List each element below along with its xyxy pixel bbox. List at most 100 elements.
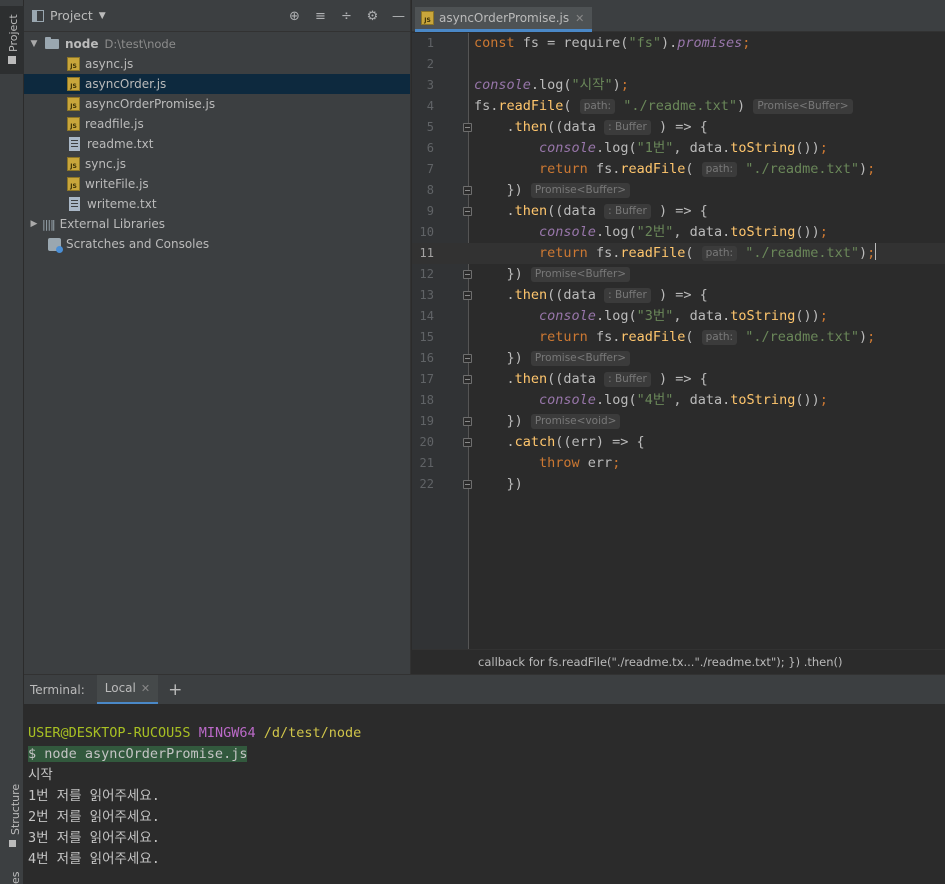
js-file-icon: JS [67, 117, 80, 131]
line-number: 2 [426, 57, 434, 71]
tree-file-sync[interactable]: JS sync.js [24, 154, 410, 174]
fold-icon[interactable] [463, 480, 472, 489]
editor-tab-asyncorderpromise[interactable]: JS asyncOrderPromise.js ✕ [415, 7, 593, 32]
add-terminal-icon[interactable]: + [168, 680, 182, 700]
text-file-icon [69, 137, 80, 151]
tree-scratches[interactable]: Scratches and Consoles [24, 234, 410, 254]
line-number: 3 [426, 78, 434, 92]
terminal-output-line: 시작 [28, 767, 53, 783]
fold-icon[interactable] [463, 438, 472, 447]
code-line: 5 .then((data : Buffer ) => { [412, 117, 945, 138]
line-number: 5 [426, 120, 434, 134]
code-area[interactable]: 1 const fs = require("fs").promises; 2 3c… [412, 33, 945, 495]
locate-icon[interactable]: ⊕ [287, 9, 302, 24]
code-line: 17 .then((data : Buffer ) => { [412, 369, 945, 390]
terminal-output[interactable]: USER@DESKTOP-RUCOU5S MINGW64 /d/test/nod… [24, 704, 945, 884]
line-number: 10 [419, 225, 434, 239]
project-view-title[interactable]: Project [50, 8, 93, 23]
fold-icon[interactable] [463, 354, 472, 363]
tree-file-asyncorder[interactable]: JS asyncOrder.js [24, 74, 410, 94]
code-line: 4 fs.readFile( path: "./readme.txt") Prom… [412, 96, 945, 117]
file-name: asyncOrder.js [85, 77, 167, 91]
chevron-down-icon[interactable]: ▼ [99, 11, 106, 21]
line-number: 15 [419, 330, 434, 344]
fold-icon[interactable] [463, 207, 472, 216]
type-hint: Promise<void> [530, 414, 621, 429]
file-name: writeFile.js [85, 177, 149, 191]
tree-root-node[interactable]: ▼ node D:\test\node [24, 34, 410, 54]
js-file-icon: JS [421, 11, 434, 25]
tree-external-libraries[interactable]: ▶ |||‖ External Libraries [24, 214, 410, 234]
library-icon: |||‖ [42, 217, 56, 231]
code-line: 1 const fs = require("fs").promises; [412, 33, 945, 54]
chevron-right-icon[interactable]: ▶ [28, 219, 40, 229]
line-number: 6 [426, 141, 434, 155]
project-panel-header: Project ▼ ⊕ ≡ ÷ ⚙ — [24, 0, 410, 32]
fold-icon[interactable] [463, 270, 472, 279]
fold-icon[interactable] [463, 291, 472, 300]
js-file-icon: JS [67, 177, 80, 191]
file-name: asyncOrderPromise.js [85, 97, 216, 111]
code-line: 12 }) Promise<Buffer> [412, 264, 945, 285]
close-icon[interactable]: ✕ [141, 682, 150, 695]
expand-all-icon[interactable]: ≡ [313, 9, 328, 24]
js-file-icon: JS [67, 77, 80, 91]
fold-icon[interactable] [463, 186, 472, 195]
code-line: 15 return fs.readFile( path: "./readme.t… [412, 327, 945, 348]
project-tool-label[interactable]: Project [7, 14, 20, 52]
terminal-shell: MINGW64 [198, 725, 256, 741]
param-hint: path: [701, 246, 738, 261]
structure-tool-label[interactable]: Structure [9, 784, 22, 835]
tree-file-async[interactable]: JS async.js [24, 54, 410, 74]
editor-tab-bar: JS asyncOrderPromise.js ✕ [412, 0, 945, 32]
terminal-tab-local[interactable]: Local ✕ [96, 674, 159, 705]
folder-icon [45, 37, 59, 49]
type-hint: Promise<Buffer> [530, 351, 631, 366]
terminal-prompt: USER@DESKTOP-RUCOU5S MINGW64 /d/test/nod… [28, 723, 361, 744]
scratches-icon [48, 237, 63, 253]
tree-file-writefile[interactable]: JS writeFile.js [24, 174, 410, 194]
fold-icon[interactable] [463, 375, 472, 384]
code-line: 20 .catch((err) => { [412, 432, 945, 453]
minimize-icon[interactable]: — [391, 9, 406, 24]
line-number: 17 [419, 372, 434, 386]
file-name: readme.txt [87, 137, 154, 151]
project-panel: Project ▼ ⊕ ≡ ÷ ⚙ — ▼ node D:\test\node … [24, 0, 411, 674]
code-line: 21 throw err; [412, 453, 945, 474]
tree-file-writeme[interactable]: writeme.txt [24, 194, 410, 214]
line-number: 12 [419, 267, 434, 281]
line-number: 4 [426, 99, 434, 113]
tool-window-strip: Project Structure es [0, 0, 24, 884]
tree-file-readme[interactable]: readme.txt [24, 134, 410, 154]
terminal-command: $ node asyncOrderPromise.js [28, 746, 248, 762]
type-hint: Promise<Buffer> [530, 267, 631, 282]
line-number: 18 [419, 393, 434, 407]
editor-tab-label: asyncOrderPromise.js [439, 11, 570, 25]
close-icon[interactable]: ✕ [575, 12, 584, 25]
code-line: 22 }) [412, 474, 945, 495]
terminal-cwd: /d/test/node [263, 725, 362, 741]
terminal-output-line: 2번 저를 읽어주세요. [28, 809, 160, 825]
line-number: 19 [419, 414, 434, 428]
line-number: 8 [426, 183, 434, 197]
code-line: 6 console.log("1번", data.toString()); [412, 138, 945, 159]
project-tool-icon [8, 56, 16, 64]
favorites-tool-label[interactable]: es [9, 872, 22, 884]
editor-breadcrumb[interactable]: callback for fs.readFile("./readme.tx...… [412, 649, 945, 674]
type-hint: : Buffer [604, 288, 651, 303]
collapse-all-icon[interactable]: ÷ [339, 9, 354, 24]
fold-icon[interactable] [463, 417, 472, 426]
fold-icon[interactable] [463, 123, 472, 132]
type-hint: Promise<Buffer> [530, 183, 631, 198]
param-hint: path: [701, 330, 738, 345]
code-line: 19 }) Promise<void> [412, 411, 945, 432]
chevron-down-icon[interactable]: ▼ [28, 39, 40, 49]
js-file-icon: JS [67, 57, 80, 71]
tree-file-asyncorderpromise[interactable]: JS asyncOrderPromise.js [24, 94, 410, 114]
code-editor: JS asyncOrderPromise.js ✕ 1 const fs = re… [412, 0, 945, 674]
terminal-user: USER@DESKTOP-RUCOU5S [28, 725, 191, 741]
tree-file-readfile[interactable]: JS readfile.js [24, 114, 410, 134]
param-hint: path: [579, 99, 616, 114]
code-line: 2 [412, 54, 945, 75]
gear-icon[interactable]: ⚙ [365, 9, 380, 24]
